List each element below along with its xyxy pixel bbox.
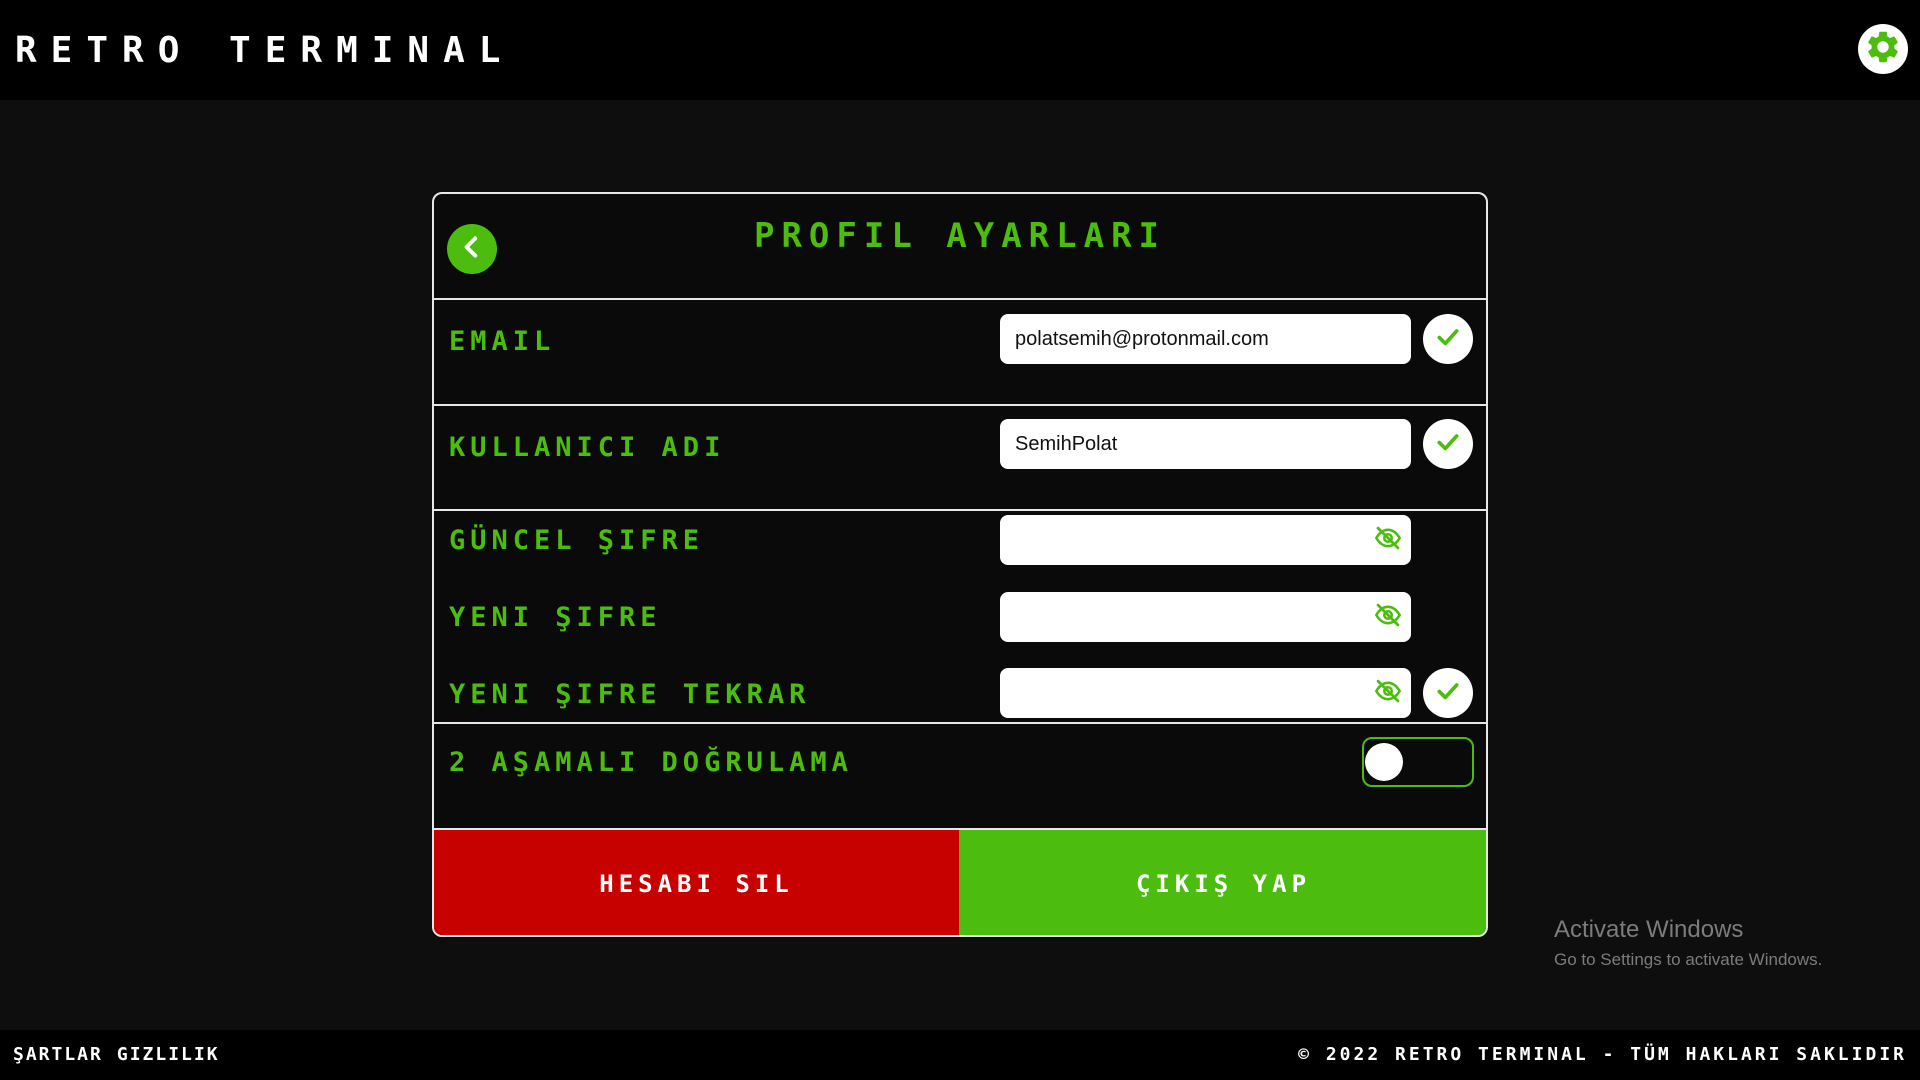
new-password-visibility-toggle[interactable] (1372, 603, 1404, 631)
delete-account-button[interactable]: Hesabı Sil (434, 830, 959, 935)
activation-watermark-subtitle: Go to Settings to activate Windows. (1554, 950, 1823, 969)
logout-button[interactable]: Çıkış Yap (959, 830, 1486, 935)
two-factor-label: 2 Aşamalı Doğrulama (449, 747, 853, 778)
two-factor-toggle[interactable] (1362, 737, 1474, 787)
username-label: Kullanıcı Adı (449, 432, 726, 463)
email-field[interactable] (1000, 314, 1411, 364)
email-confirm-button[interactable] (1423, 314, 1473, 364)
settings-button[interactable] (1858, 24, 1908, 74)
footer: Şartlar Gizlilik © 2022 Retro Terminal -… (0, 1030, 1920, 1080)
privacy-link[interactable]: Gizlilik (117, 1044, 220, 1065)
card-header: Profil Ayarları (434, 194, 1486, 300)
email-row: Email (434, 300, 1486, 406)
profile-settings-card: Profil Ayarları Email Kullanıcı Adı Günc… (432, 192, 1488, 937)
password-section: Güncel Şifre Yeni Şifre Yeni Şifre Tekra… (434, 511, 1486, 724)
username-confirm-button[interactable] (1423, 419, 1473, 469)
top-bar: Retro Terminal (0, 0, 1920, 100)
new-password-field[interactable] (1000, 592, 1411, 642)
page-title: Profil Ayarları (753, 216, 1167, 256)
footer-links: Şartlar Gizlilik (13, 1044, 220, 1065)
copyright-text: © 2022 Retro Terminal - Tüm Hakları Sakl… (1298, 1044, 1907, 1065)
brand-title: Retro Terminal (15, 30, 515, 71)
username-field[interactable] (1000, 419, 1411, 469)
check-icon (1435, 429, 1461, 459)
eye-off-icon (1372, 677, 1404, 709)
current-password-visibility-toggle[interactable] (1372, 526, 1404, 554)
password-confirm-button[interactable] (1423, 668, 1473, 718)
gear-icon (1864, 28, 1902, 70)
eye-off-icon (1372, 524, 1404, 556)
current-password-field[interactable] (1000, 515, 1411, 565)
new-password-label: Yeni Şifre (449, 602, 662, 633)
email-label: Email (449, 326, 556, 357)
terms-link[interactable]: Şartlar (13, 1044, 103, 1065)
two-factor-row: 2 Aşamalı Doğrulama (434, 724, 1486, 830)
eye-off-icon (1372, 601, 1404, 633)
check-icon (1435, 678, 1461, 708)
new-password-repeat-label: Yeni Şifre Tekrar (449, 679, 811, 710)
current-password-label: Güncel Şifre (449, 525, 705, 556)
activation-watermark-title: Activate Windows (1554, 916, 1744, 943)
toggle-knob (1365, 743, 1403, 781)
new-password-repeat-field[interactable] (1000, 668, 1411, 718)
check-icon (1435, 324, 1461, 354)
username-row: Kullanıcı Adı (434, 406, 1486, 511)
new-password-repeat-visibility-toggle[interactable] (1372, 679, 1404, 707)
